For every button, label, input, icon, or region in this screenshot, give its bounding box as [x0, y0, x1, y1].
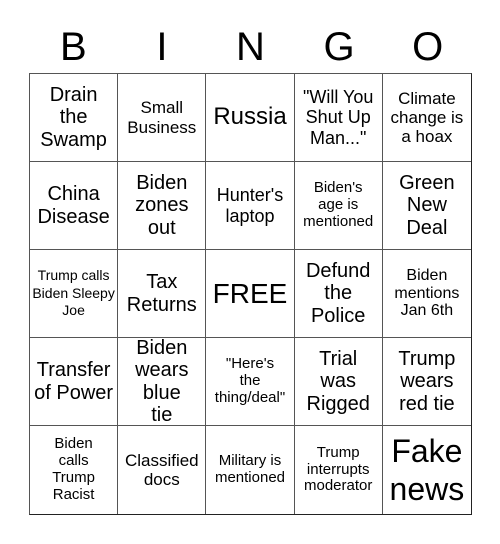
bingo-cell[interactable]: Trump wears red tie [382, 338, 471, 426]
bingo-cell[interactable]: Biden's age is mentioned [294, 162, 383, 250]
bingo-cell[interactable]: Biden calls Trump Racist [30, 426, 119, 514]
header-letter-i: I [156, 25, 168, 69]
bingo-cell[interactable]: Tax Returns [118, 250, 207, 338]
header-letter-o: O [412, 25, 444, 69]
bingo-cell-free[interactable]: FREE [206, 250, 295, 338]
bingo-cell[interactable]: China Disease [30, 162, 119, 250]
bingo-cell[interactable]: Green New Deal [382, 162, 471, 250]
bingo-cell[interactable]: Trump interrupts moderator [295, 426, 383, 514]
bingo-cell[interactable]: Hunter's laptop [206, 162, 295, 250]
bingo-cell[interactable]: Transfer of Power [30, 338, 119, 426]
bingo-cell[interactable]: Trump calls Biden Sleepy Joe [30, 250, 119, 338]
bingo-cell[interactable]: Small Business [118, 74, 207, 162]
header-letter-g: G [323, 25, 355, 69]
bingo-card: Drain the Swamp Small Business Russia "W… [29, 73, 472, 515]
bingo-cell[interactable]: "Will You Shut Up Man..." [294, 74, 383, 162]
header-letter-b: B [59, 25, 87, 69]
bingo-cell[interactable]: Drain the Swamp [30, 74, 119, 162]
bingo-header: B I N G O [29, 22, 472, 72]
bingo-cell[interactable]: Classified docs [118, 426, 207, 514]
bingo-cell[interactable]: Military is mentioned [206, 426, 295, 514]
bingo-cell[interactable]: Biden wears blue tie [118, 338, 207, 426]
bingo-cell[interactable]: Climate change is a hoax [382, 74, 471, 162]
header-letter-n: N [236, 25, 265, 69]
bingo-cell[interactable]: Defund the Police [294, 250, 383, 338]
bingo-cell[interactable]: Trial was Rigged [294, 338, 383, 426]
bingo-cell[interactable]: "Here's the thing/deal" [206, 338, 295, 426]
bingo-cell[interactable]: Fake news [383, 426, 471, 514]
bingo-cell[interactable]: Biden mentions Jan 6th [382, 250, 471, 338]
bingo-cell[interactable]: Russia [206, 74, 295, 162]
bingo-cell[interactable]: Biden zones out [118, 162, 207, 250]
